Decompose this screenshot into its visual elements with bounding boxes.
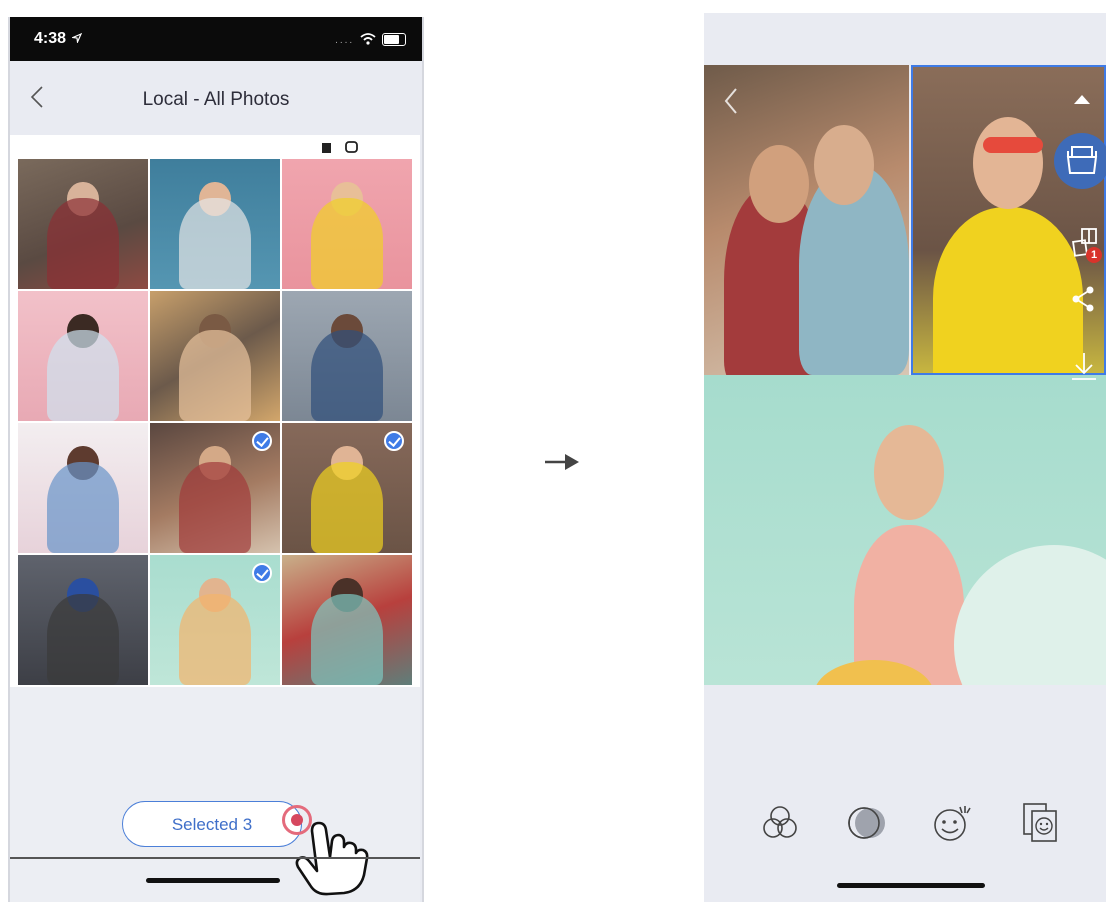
- up-arrow-icon[interactable]: [1074, 95, 1090, 104]
- filters-icon[interactable]: [758, 801, 802, 845]
- photo-thumb[interactable]: [282, 291, 412, 421]
- adjust-icon[interactable]: [844, 801, 888, 845]
- photo-thumb[interactable]: [18, 159, 148, 289]
- status-right: ....: [335, 30, 406, 46]
- selected-check-icon: [252, 563, 272, 583]
- collage-cell-couple[interactable]: [704, 65, 909, 375]
- print-icon: [1066, 146, 1098, 174]
- collage-cell-balloons[interactable]: [704, 375, 1106, 685]
- nav-header: Local - All Photos: [10, 61, 422, 135]
- right-arrow-icon: [545, 454, 579, 470]
- balloon: [954, 545, 1106, 685]
- download-icon[interactable]: [1068, 351, 1100, 383]
- chevron-left-icon[interactable]: [724, 87, 738, 115]
- wifi-icon: [360, 33, 376, 45]
- photo-grid: [18, 159, 416, 687]
- divider: [10, 857, 420, 859]
- share-icon[interactable]: [1068, 283, 1100, 315]
- person-face: [973, 117, 1043, 209]
- selection-footer: Selected 3: [10, 687, 420, 902]
- signal-dots: ....: [335, 35, 355, 46]
- location-arrow-icon: [72, 33, 82, 43]
- photo-thumb[interactable]: [150, 555, 280, 685]
- page-title: Local - All Photos: [142, 89, 290, 110]
- stickers-icon[interactable]: [930, 801, 974, 845]
- tap-hand-icon: [295, 821, 369, 896]
- photo-picker-screen: 4:38 .... Local - All Photos Selected 3: [8, 17, 424, 902]
- photo-thumb[interactable]: [18, 555, 148, 685]
- collage-editor-screen: 1: [704, 13, 1106, 902]
- person-face: [814, 125, 874, 205]
- person-face: [874, 425, 944, 520]
- photo-thumb[interactable]: [18, 423, 148, 553]
- edit-toolbar: [704, 801, 1106, 861]
- photo-thumb[interactable]: [282, 423, 412, 553]
- heart-glasses: [983, 137, 1043, 153]
- battery-icon: [382, 32, 406, 46]
- photo-thumb[interactable]: [18, 291, 148, 421]
- photo-thumb[interactable]: [150, 423, 280, 553]
- selected-check-icon: [384, 431, 404, 451]
- selected-check-icon: [252, 431, 272, 451]
- status-bar: 4:38 ....: [10, 17, 422, 61]
- photo-thumb[interactable]: [282, 555, 412, 685]
- person-face: [749, 145, 809, 223]
- print-button[interactable]: [1054, 133, 1106, 189]
- home-indicator: [146, 878, 280, 883]
- side-toolbar: 1: [1046, 87, 1106, 407]
- notification-badge: 1: [1086, 247, 1102, 263]
- selected-count-button[interactable]: Selected 3: [122, 801, 302, 847]
- home-indicator: [837, 883, 985, 888]
- photo-thumb[interactable]: [150, 291, 280, 421]
- facebook-icon: [322, 143, 331, 153]
- source-peek-icons: [322, 141, 358, 153]
- photo-thumb[interactable]: [150, 159, 280, 289]
- instagram-icon: [345, 141, 358, 153]
- photo-thumb[interactable]: [282, 159, 412, 289]
- frames-icon[interactable]: [1018, 801, 1062, 845]
- status-time: 4:38: [34, 30, 67, 47]
